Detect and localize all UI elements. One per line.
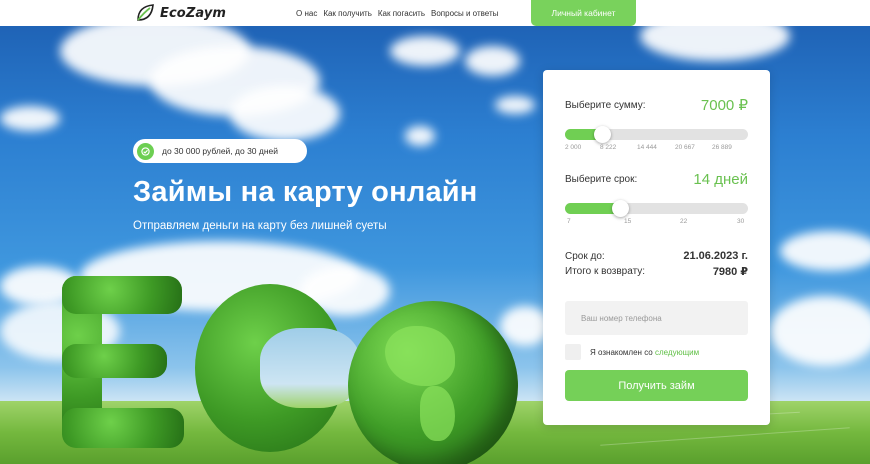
eco-grass-sculpture <box>60 276 520 464</box>
amount-slider[interactable] <box>565 126 748 143</box>
total-row: Итого к возврату: 7980 ₽ <box>565 265 748 278</box>
amount-tick: 2 000 <box>565 144 582 151</box>
term-slider[interactable] <box>565 200 748 217</box>
letter-e <box>62 408 184 448</box>
term-value: 14 дней <box>693 171 748 188</box>
cloud <box>780 231 870 271</box>
cloud <box>405 126 435 146</box>
term-tick: 7 <box>567 218 571 225</box>
agreement-row: Я ознакомлен со следующим <box>565 344 699 360</box>
due-date-value: 21.06.2023 г. <box>683 250 748 262</box>
loan-calculator: Выберите сумму: 7000 ₽ 2 000 8 222 14 44… <box>543 70 770 425</box>
amount-tick: 8 222 <box>600 144 617 151</box>
logo[interactable]: EcoZaym <box>135 2 226 24</box>
cloud <box>465 46 520 76</box>
due-date-row: Срок до: 21.06.2023 г. <box>565 250 748 262</box>
cloud <box>230 86 340 141</box>
due-date-label: Срок до: <box>565 250 605 262</box>
letter-e <box>62 276 182 314</box>
page-subtitle: Отправляем деньги на карту без лишней су… <box>133 220 387 232</box>
check-circle-icon <box>137 142 154 160</box>
letter-e <box>62 344 167 378</box>
limit-badge: до 30 000 рублей, до 30 дней <box>133 139 307 163</box>
term-ticks: 7 15 22 30 <box>565 218 748 228</box>
page-title: Займы на карту онлайн <box>133 176 478 208</box>
agreement-text-main: Я ознакомлен со <box>590 347 653 357</box>
agreement-checkbox[interactable] <box>565 344 581 360</box>
main-nav: О нас Как получить Как погасить Вопросы … <box>296 0 498 26</box>
amount-value: 7000 ₽ <box>700 97 748 114</box>
amount-slider-thumb[interactable] <box>593 126 611 143</box>
term-row: Выберите срок: 14 дней <box>565 171 748 188</box>
nav-link-faq[interactable]: Вопросы и ответы <box>431 9 498 18</box>
amount-tick: 20 667 <box>675 144 695 151</box>
total-value: 7980 ₽ <box>712 266 748 278</box>
agreement-link[interactable]: следующим <box>655 348 699 357</box>
letter-c-gap <box>260 328 360 408</box>
nav-link-about[interactable]: О нас <box>296 9 317 18</box>
agreement-text: Я ознакомлен со следующим <box>590 348 699 357</box>
get-loan-button[interactable]: Получить займ <box>565 370 748 401</box>
amount-ticks: 2 000 8 222 14 444 20 667 26 889 <box>565 144 748 154</box>
amount-tick: 26 889 <box>712 144 732 151</box>
logo-text: EcoZaym <box>160 5 227 21</box>
term-slider-thumb[interactable] <box>611 200 629 217</box>
term-tick: 15 <box>624 218 632 225</box>
cloud <box>640 26 790 61</box>
cloud <box>390 36 460 66</box>
term-tick: 30 <box>737 218 745 225</box>
amount-label: Выберите сумму: <box>565 99 646 111</box>
personal-cabinet-button[interactable]: Личный кабинет <box>531 0 636 26</box>
cloud <box>770 296 870 366</box>
phone-input[interactable] <box>565 301 748 335</box>
amount-row: Выберите сумму: 7000 ₽ <box>565 96 748 114</box>
nav-link-how-to-get[interactable]: Как получить <box>323 9 372 18</box>
nav-link-how-to-repay[interactable]: Как погасить <box>378 9 425 18</box>
cloud <box>0 106 60 131</box>
cloud <box>495 96 535 114</box>
badge-text: до 30 000 рублей, до 30 дней <box>162 146 279 156</box>
amount-tick: 14 444 <box>637 144 657 151</box>
leaf-icon <box>137 4 154 21</box>
total-label: Итого к возврату: <box>565 266 646 277</box>
term-tick: 22 <box>680 218 688 225</box>
site-header: EcoZaym О нас Как получить Как погасить … <box>0 0 870 26</box>
term-label: Выберите срок: <box>565 174 638 185</box>
